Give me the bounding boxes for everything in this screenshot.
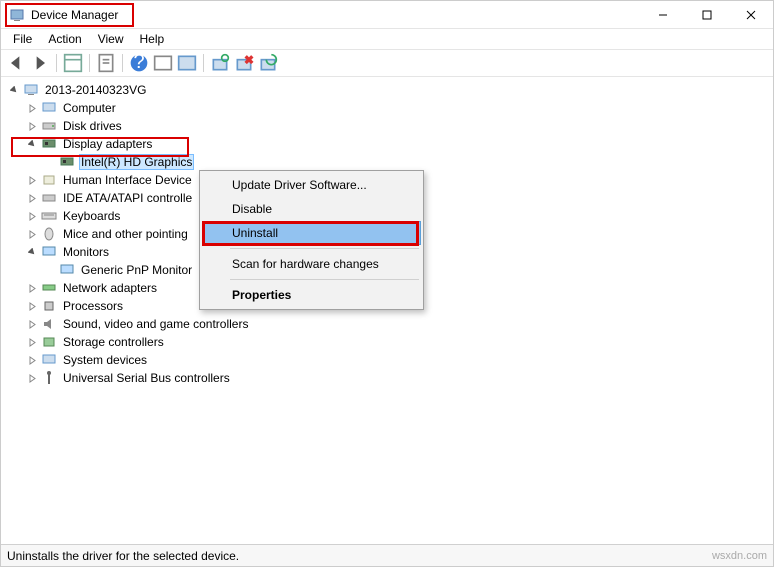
expand-icon[interactable] [25, 173, 39, 187]
expand-icon[interactable] [25, 353, 39, 367]
expand-icon[interactable] [25, 227, 39, 241]
forward-button[interactable] [29, 52, 51, 74]
tree-item-system[interactable]: System devices [25, 351, 773, 369]
tree-label: 2013-20140323VG [43, 83, 148, 97]
window-title: Device Manager [31, 8, 126, 22]
expand-icon[interactable] [25, 317, 39, 331]
menu-help[interactable]: Help [132, 30, 173, 48]
ctx-disable[interactable]: Disable [202, 197, 421, 221]
expand-icon[interactable] [25, 209, 39, 223]
ctx-update-driver[interactable]: Update Driver Software... [202, 173, 421, 197]
scan-hardware-button[interactable] [209, 52, 231, 74]
computer-icon [23, 82, 39, 98]
expand-icon[interactable] [25, 101, 39, 115]
processor-icon [41, 298, 57, 314]
toolbar: ? [1, 49, 773, 77]
app-icon [9, 7, 25, 23]
expand-icon[interactable] [25, 191, 39, 205]
help-button[interactable]: ? [128, 52, 150, 74]
expand-icon[interactable] [25, 335, 39, 349]
tree-item-intel-hd[interactable]: Intel(R) HD Graphics [43, 153, 773, 171]
ctx-separator [230, 279, 419, 280]
context-menu: Update Driver Software... Disable Uninst… [199, 170, 424, 310]
toolbar-button-2[interactable] [176, 52, 198, 74]
tree-item-disk[interactable]: Disk drives [25, 117, 773, 135]
back-button[interactable] [5, 52, 27, 74]
toolbar-button-1[interactable] [152, 52, 174, 74]
network-icon [41, 280, 57, 296]
status-bar: Uninstalls the driver for the selected d… [1, 544, 773, 566]
menu-action[interactable]: Action [40, 30, 89, 48]
menu-file[interactable]: File [5, 30, 40, 48]
storage-icon [41, 334, 57, 350]
expand-icon[interactable] [25, 371, 39, 385]
expand-icon[interactable] [25, 299, 39, 313]
tree-item-usb[interactable]: Universal Serial Bus controllers [25, 369, 773, 387]
title-bar: Device Manager [1, 1, 773, 29]
watermark: wsxdn.com [712, 550, 767, 562]
collapse-icon[interactable] [25, 245, 39, 259]
tree-root[interactable]: 2013-20140323VG [7, 81, 773, 99]
svg-text:?: ? [133, 53, 144, 73]
display-adapter-icon [41, 136, 57, 152]
collapse-icon[interactable] [7, 83, 21, 97]
maximize-button[interactable] [685, 1, 729, 29]
device-tree[interactable]: 2013-20140323VG Computer Disk drives Dis… [1, 77, 773, 544]
tree-item-computer[interactable]: Computer [25, 99, 773, 117]
tree-item-display-adapters[interactable]: Display adapters [25, 135, 773, 153]
status-text: Uninstalls the driver for the selected d… [7, 549, 239, 563]
expand-icon[interactable] [25, 119, 39, 133]
minimize-button[interactable] [641, 1, 685, 29]
tree-item-sound[interactable]: Sound, video and game controllers [25, 315, 773, 333]
sound-icon [41, 316, 57, 332]
keyboard-icon [41, 208, 57, 224]
ide-icon [41, 190, 57, 206]
update-driver-button[interactable] [257, 52, 279, 74]
system-icon [41, 352, 57, 368]
hid-icon [41, 172, 57, 188]
display-adapter-icon [59, 154, 75, 170]
menu-view[interactable]: View [90, 30, 132, 48]
properties-button[interactable] [95, 52, 117, 74]
ctx-uninstall[interactable]: Uninstall [202, 221, 421, 245]
disk-icon [41, 118, 57, 134]
ctx-separator [230, 248, 419, 249]
title-highlight: Device Manager [5, 3, 134, 27]
ctx-scan[interactable]: Scan for hardware changes [202, 252, 421, 276]
mouse-icon [41, 226, 57, 242]
computer-icon [41, 100, 57, 116]
uninstall-button[interactable] [233, 52, 255, 74]
ctx-properties[interactable]: Properties [202, 283, 421, 307]
monitor-icon [41, 244, 57, 260]
collapse-icon[interactable] [25, 137, 39, 151]
tree-item-storage[interactable]: Storage controllers [25, 333, 773, 351]
show-hide-tree-button[interactable] [62, 52, 84, 74]
usb-icon [41, 370, 57, 386]
close-button[interactable] [729, 1, 773, 29]
expand-icon[interactable] [25, 281, 39, 295]
menu-bar: File Action View Help [1, 29, 773, 49]
monitor-icon [59, 262, 75, 278]
